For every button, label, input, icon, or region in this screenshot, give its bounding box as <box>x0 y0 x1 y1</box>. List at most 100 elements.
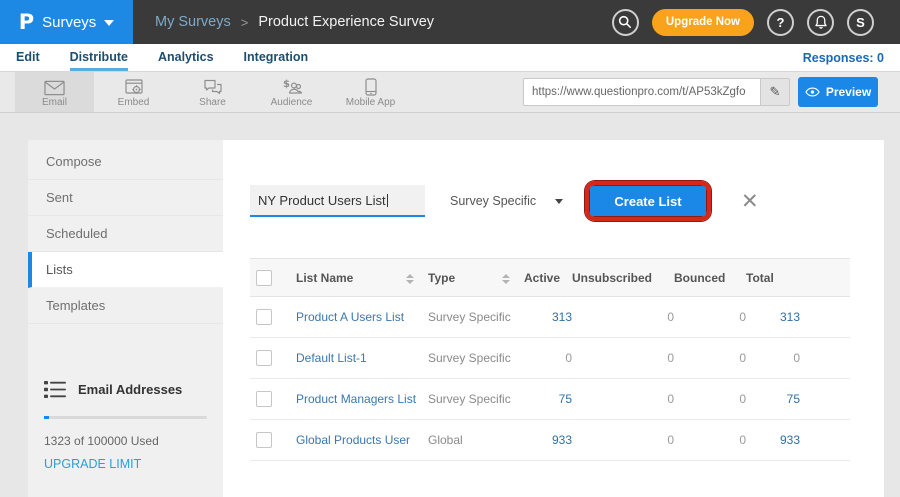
table-row: Default List-1 Survey Specific 0 0 0 0 <box>250 338 850 379</box>
list-name-link[interactable]: Product Managers List <box>296 379 428 420</box>
email-lists-card: Compose Sent Scheduled Lists Templates E… <box>28 140 884 497</box>
eye-icon <box>805 87 820 97</box>
sort-icon[interactable] <box>502 274 510 284</box>
avatar-initial: S <box>856 15 865 30</box>
row-checkbox[interactable] <box>256 350 272 366</box>
total-count[interactable]: 313 <box>746 297 850 338</box>
active-count[interactable]: 313 <box>524 297 572 338</box>
list-type-selected: Survey Specific <box>450 194 536 208</box>
upgrade-limit-link[interactable]: UPGRADE LIMIT <box>44 457 207 471</box>
toolbar-tab-mobile-app[interactable]: Mobile App <box>331 72 410 112</box>
edit-url-button[interactable]: ✎ <box>760 79 789 105</box>
tab-edit[interactable]: Edit <box>16 44 40 71</box>
survey-nav-tabs: Edit Distribute Analytics Integration Re… <box>0 44 900 72</box>
active-count[interactable]: 75 <box>524 379 572 420</box>
sidebar-item-compose[interactable]: Compose <box>28 144 223 180</box>
active-count[interactable]: 0 <box>524 338 572 379</box>
unsubscribed-count: 0 <box>572 297 674 338</box>
toolbar-tab-label: Share <box>199 97 226 108</box>
sidebar-item-scheduled[interactable]: Scheduled <box>28 216 223 252</box>
help-button[interactable]: ? <box>767 9 794 36</box>
toolbar-tab-label: Audience <box>271 97 313 108</box>
email-icon <box>44 80 65 96</box>
usage-text: 1323 of 100000 Used <box>44 434 207 448</box>
select-all-checkbox[interactable] <box>256 270 272 286</box>
sidebar-item-sent[interactable]: Sent <box>28 180 223 216</box>
total-count[interactable]: 75 <box>746 379 850 420</box>
share-icon <box>203 79 223 96</box>
row-checkbox[interactable] <box>256 432 272 448</box>
sidebar-item-lists[interactable]: Lists <box>28 252 223 288</box>
toolbar-tab-label: Embed <box>118 97 150 108</box>
list-name-link[interactable]: Product A Users List <box>296 297 428 338</box>
toolbar-tab-label: Mobile App <box>346 97 395 108</box>
toolbar-tab-embed[interactable]: Embed <box>94 72 173 112</box>
total-count[interactable]: 933 <box>746 420 850 461</box>
unsubscribed-count: 0 <box>572 379 674 420</box>
list-type: Survey Specific <box>428 297 524 338</box>
table-row: Global Products User Global 933 0 0 933 <box>250 420 850 461</box>
toolbar-tab-audience[interactable]: $ Audience <box>252 72 331 112</box>
list-name-input[interactable]: NY Product Users List <box>250 185 425 217</box>
bounced-count: 0 <box>674 420 746 461</box>
list-type: Survey Specific <box>428 338 524 379</box>
text-cursor <box>387 194 388 207</box>
col-unsubscribed: Unsubscribed <box>572 259 674 297</box>
search-button[interactable] <box>612 9 639 36</box>
email-addresses-header: Email Addresses <box>44 380 207 399</box>
notifications-button[interactable] <box>807 9 834 36</box>
toolbar-tab-email[interactable]: Email <box>15 72 94 112</box>
distribute-toolbar: Email Embed Share <box>0 72 900 113</box>
survey-link-group: ✎ Preview <box>523 72 900 112</box>
email-addresses-title: Email Addresses <box>78 382 182 397</box>
email-sidebar: Compose Sent Scheduled Lists Templates E… <box>28 140 223 497</box>
create-list-form: NY Product Users List Survey Specific Cr… <box>250 181 884 221</box>
total-count[interactable]: 0 <box>746 338 850 379</box>
row-checkbox[interactable] <box>256 391 272 407</box>
sidebar-item-templates[interactable]: Templates <box>28 288 223 324</box>
toolbar-tab-label: Email <box>42 97 67 108</box>
tab-distribute[interactable]: Distribute <box>70 44 128 71</box>
svg-text:$: $ <box>283 79 290 90</box>
lists-main-panel: NY Product Users List Survey Specific Cr… <box>223 140 884 497</box>
toolbar-tab-share[interactable]: Share <box>173 72 252 112</box>
product-name-label: Surveys <box>42 14 96 31</box>
survey-url-input[interactable] <box>524 79 760 105</box>
email-addresses-section: Email Addresses 1323 of 100000 Used UPGR… <box>28 380 223 471</box>
create-list-button[interactable]: Create List <box>590 186 706 216</box>
bell-icon <box>814 15 828 30</box>
list-name-link[interactable]: Default List-1 <box>296 338 428 379</box>
col-list-name[interactable]: List Name <box>296 259 428 297</box>
questionpro-logo-icon: P <box>19 10 34 34</box>
close-icon: ✕ <box>741 190 759 213</box>
surveys-product-switcher[interactable]: P Surveys <box>0 0 133 44</box>
tab-analytics[interactable]: Analytics <box>158 44 214 71</box>
active-count[interactable]: 933 <box>524 420 572 461</box>
breadcrumb-separator: > <box>241 15 249 30</box>
close-button[interactable]: ✕ <box>741 191 759 212</box>
email-lists-table: List Name Type Active Unsubscribed Bounc… <box>250 258 850 461</box>
col-active: Active <box>524 259 572 297</box>
unsubscribed-count: 0 <box>572 420 674 461</box>
address-list-icon <box>44 380 66 399</box>
upgrade-now-button[interactable]: Upgrade Now <box>652 9 754 36</box>
table-row: Product Managers List Survey Specific 75… <box>250 379 850 420</box>
list-name-link[interactable]: Global Products User <box>296 420 428 461</box>
unsubscribed-count: 0 <box>572 338 674 379</box>
row-checkbox[interactable] <box>256 309 272 325</box>
col-type[interactable]: Type <box>428 259 524 297</box>
preview-button[interactable]: Preview <box>798 77 878 107</box>
page-background: Compose Sent Scheduled Lists Templates E… <box>0 113 900 497</box>
bounced-count: 0 <box>674 297 746 338</box>
list-type-select[interactable]: Survey Specific <box>450 194 563 208</box>
sort-icon[interactable] <box>406 274 414 284</box>
user-avatar[interactable]: S <box>847 9 874 36</box>
responses-count[interactable]: Responses: 0 <box>803 51 884 65</box>
tab-integration[interactable]: Integration <box>244 44 309 71</box>
breadcrumb-my-surveys[interactable]: My Surveys <box>155 14 231 30</box>
topbar-actions: Upgrade Now ? S <box>612 9 900 36</box>
audience-icon: $ <box>281 78 303 96</box>
embed-icon <box>125 79 143 96</box>
survey-url-field-wrap: ✎ <box>523 78 790 106</box>
table-header-row: List Name Type Active Unsubscribed Bounc… <box>250 259 850 297</box>
